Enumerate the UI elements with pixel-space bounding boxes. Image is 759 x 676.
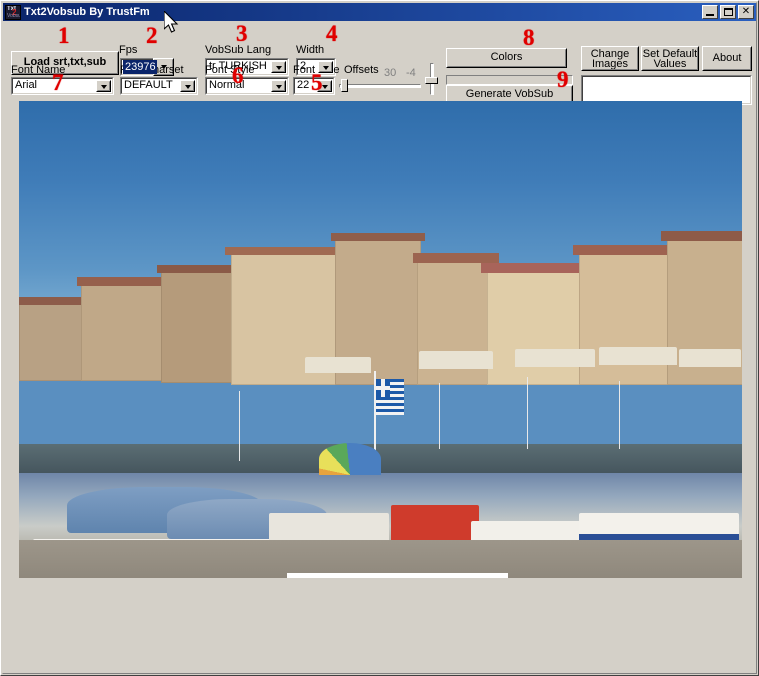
offset-y-slider-thumb[interactable] — [425, 77, 438, 84]
photo-roof — [225, 247, 347, 255]
photo-building — [161, 271, 239, 383]
photo-awning — [679, 349, 741, 367]
photo-roof — [331, 233, 425, 241]
offset-y-value: -4 — [406, 67, 416, 79]
photo-building — [487, 271, 583, 385]
photo-roof — [661, 231, 742, 241]
window-title: Txt2Vobsub By TrustFm — [24, 6, 150, 18]
photo-mast — [439, 383, 440, 449]
app-icon-text-bottom: Vobsub — [7, 12, 21, 19]
font-size-combo-arrow[interactable] — [317, 80, 332, 92]
width-label: Width — [296, 44, 325, 56]
width-combo-arrow[interactable] — [318, 61, 333, 73]
offset-x-slider-thumb[interactable] — [341, 79, 348, 92]
set-default-values-line2: Values — [653, 57, 687, 70]
fps-label: Fps — [119, 44, 138, 56]
app-icon: Txt 2 Vobsub — [5, 4, 21, 20]
minimize-button[interactable] — [702, 5, 718, 19]
change-images-line2: Images — [591, 57, 629, 70]
photo-building — [19, 301, 89, 381]
font-charset-combo[interactable]: DEFAULT — [120, 77, 198, 95]
width-value: 2 — [300, 60, 307, 72]
font-size-combo[interactable]: 22 — [293, 77, 335, 95]
application-window: Txt 2 Vobsub Txt2Vobsub By TrustFm ✕ Loa… — [0, 0, 759, 676]
font-style-value: Normal — [209, 79, 245, 91]
vobsub-lang-combo-arrow[interactable] — [271, 61, 286, 73]
photo-roof — [413, 253, 499, 263]
font-charset-combo-arrow[interactable] — [180, 80, 195, 92]
photo-building — [81, 283, 167, 381]
photo-awning — [515, 349, 595, 367]
about-button[interactable]: About — [702, 46, 752, 71]
font-name-combo-arrow[interactable] — [96, 80, 111, 92]
offset-x-value: 30 — [384, 67, 397, 79]
maximize-button[interactable] — [720, 5, 736, 19]
colors-button[interactable]: Colors — [446, 48, 567, 68]
change-images-line1: Change — [590, 47, 630, 60]
maximize-icon — [724, 8, 733, 16]
offset-y-slider[interactable] — [425, 63, 438, 95]
preview-picture[interactable]: Rethymno Crete Hellas — [19, 101, 742, 578]
font-name-value: Arial — [15, 79, 38, 91]
photo-roof — [77, 277, 171, 286]
photo-mast — [619, 381, 620, 449]
close-icon: ✕ — [741, 6, 751, 17]
minimize-icon — [706, 14, 714, 16]
vobsub-lang-label: VobSub Lang — [205, 44, 272, 56]
screenshot-root: Txt 2 Vobsub Txt2Vobsub By TrustFm ✕ Loa… — [0, 0, 759, 676]
font-name-label: Font Name — [11, 64, 66, 76]
generate-progress-bar — [446, 75, 573, 85]
photo-mast — [239, 391, 240, 461]
offsets-label: Offsets — [344, 64, 379, 76]
set-default-values-button[interactable]: Set Default Values — [641, 46, 699, 71]
offset-x-slider[interactable] — [339, 79, 421, 92]
font-charset-value: DEFAULT — [124, 79, 173, 91]
vobsub-lang-value: tr TURKISH — [209, 60, 267, 72]
photo-greek-flag-cross-h — [376, 386, 390, 390]
fps-value: 23976 — [123, 60, 157, 74]
photo-awning — [419, 351, 493, 369]
toolbar-panel: Load srt,txt,sub Fps 23976 VobSub Lang t… — [3, 22, 756, 105]
change-images-button[interactable]: Change Images — [581, 46, 639, 71]
photo-roof — [573, 245, 677, 255]
harbour-photo — [19, 101, 742, 578]
title-bar[interactable]: Txt 2 Vobsub Txt2Vobsub By TrustFm ✕ — [3, 3, 756, 21]
offset-x-slider-groove — [339, 83, 421, 88]
close-button[interactable]: ✕ — [738, 5, 754, 19]
photo-roof — [481, 263, 591, 273]
font-style-combo-arrow[interactable] — [271, 80, 286, 92]
subtitle-preview-box: Rethymno Crete Hellas — [287, 573, 508, 578]
photo-awning — [305, 357, 371, 373]
font-name-combo[interactable]: Arial — [11, 77, 114, 95]
window-controls: ✕ — [702, 5, 754, 19]
font-size-value: 22 — [297, 79, 310, 91]
font-style-combo[interactable]: Normal — [205, 77, 289, 95]
photo-umbrella — [319, 443, 381, 475]
photo-awning — [599, 347, 677, 365]
photo-mast — [527, 377, 528, 449]
set-default-values-line1: Set Default — [642, 47, 698, 60]
